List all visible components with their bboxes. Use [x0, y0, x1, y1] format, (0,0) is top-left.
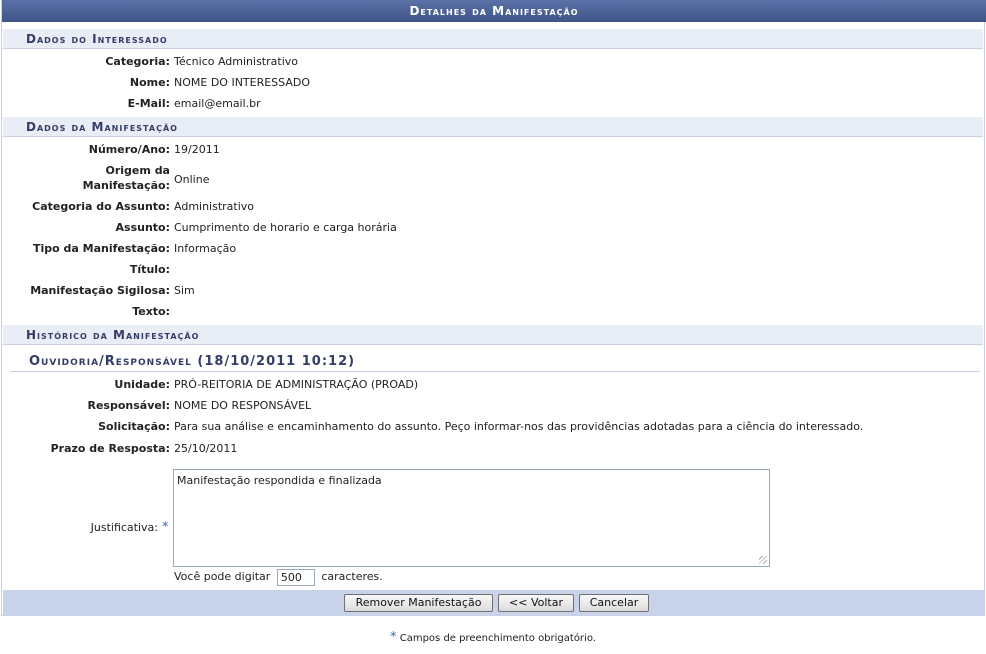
required-star-icon: * [390, 630, 397, 645]
field-label: Manifestação Sigilosa: [30, 284, 170, 297]
resize-grip-icon[interactable] [759, 556, 767, 564]
field-row-titulo: Título: [2, 261, 986, 279]
field-label: Tipo da Manifestação: [32, 242, 170, 255]
field-label: Assunto: [115, 221, 170, 234]
field-label: Número/Ano: [88, 143, 170, 156]
justificativa-label: Justificativa: [90, 521, 158, 534]
char-counter-row: Você pode digitar 500 caracteres. [174, 568, 383, 586]
justificativa-text: Manifestação respondida e finalizada [177, 474, 382, 487]
field-row-nome: Nome: NOME DO INTERESSADO [2, 74, 986, 92]
field-label: Origem da Manifestação: [83, 163, 170, 193]
field-label-line2: Manifestação: [82, 179, 170, 192]
section-header-historico: Histórico da Manifestação [3, 325, 983, 345]
field-value: NOME DO INTERESSADO [174, 76, 311, 89]
field-label: E-Mail: [127, 97, 170, 110]
field-row-tipo: Tipo da Manifestação: Informação [2, 240, 986, 258]
field-label: Solicitação: [98, 420, 170, 433]
section-header-manifestacao: Dados da Manifestação [3, 117, 983, 137]
field-row-texto: Texto: [2, 303, 986, 321]
field-label: Prazo de Resposta: [50, 442, 170, 455]
field-value: PRÓ-REITORIA DE ADMINISTRAÇÃO (PROAD) [174, 378, 419, 391]
field-row-unidade: Unidade: PRÓ-REITORIA DE ADMINISTRAÇÃO (… [2, 376, 986, 394]
field-value: Cumprimento de horario e carga horária [174, 221, 397, 234]
field-value: Para sua análise e encaminhamento do ass… [174, 420, 864, 433]
field-row-sigilosa: Manifestação Sigilosa: Sim [2, 282, 986, 300]
field-value: Técnico Administrativo [174, 55, 298, 68]
required-star-icon: * [162, 520, 169, 535]
field-label-line1: Origem da [105, 164, 170, 177]
field-label: Categoria: [105, 55, 170, 68]
field-row-responsavel: Responsável: NOME DO RESPONSÁVEL [2, 397, 986, 415]
justificativa-textarea[interactable]: Manifestação respondida e finalizada [173, 469, 770, 567]
field-row-categoria: Categoria: Técnico Administrativo [2, 53, 986, 71]
field-value: Sim [174, 284, 195, 297]
required-footnote-text: Campos de preenchimento obrigatório. [399, 633, 596, 644]
details-panel: Detalhes da Manifestação Dados do Intere… [1, 0, 986, 616]
action-bar: Remover Manifestação << Voltar Cancelar [3, 590, 985, 616]
back-button[interactable]: << Voltar [498, 594, 574, 612]
field-value: email@email.br [174, 97, 261, 110]
field-value: Informação [174, 242, 237, 255]
required-footnote: * Campos de preenchimento obrigatório. [0, 630, 986, 645]
char-counter-prefix: Você pode digitar [174, 570, 271, 583]
historico-subtitle: Ouvidoria/Responsável (18/10/2011 10:12) [10, 352, 980, 372]
field-value: NOME DO RESPONSÁVEL [174, 399, 312, 412]
field-row-origem: Origem da Manifestação: Online [2, 163, 986, 195]
remove-manifestation-button[interactable]: Remover Manifestação [344, 594, 493, 612]
field-row-numero: Número/Ano: 19/2011 [2, 141, 986, 159]
field-label: Categoria do Assunto: [32, 200, 170, 213]
cancel-button[interactable]: Cancelar [579, 594, 649, 612]
field-row-email: E-Mail: email@email.br [2, 95, 986, 113]
char-counter-field: 500 [276, 568, 315, 586]
field-label: Nome: [129, 76, 170, 89]
field-label: Texto: [132, 305, 170, 318]
field-value: 19/2011 [174, 143, 220, 156]
field-value: Administrativo [174, 200, 255, 213]
panel-title: Detalhes da Manifestação [2, 0, 986, 22]
field-row-categoria-assunto: Categoria do Assunto: Administrativo [2, 198, 986, 216]
field-label: Responsável: [87, 399, 170, 412]
field-row-solicitacao: Solicitação: Para sua análise e encaminh… [2, 418, 986, 436]
field-label: Título: [129, 263, 170, 276]
field-value: Online [174, 173, 210, 186]
field-label: Unidade: [114, 378, 170, 391]
field-value: 25/10/2011 [174, 442, 238, 455]
char-counter-suffix: caracteres. [321, 570, 383, 583]
field-row-prazo: Prazo de Resposta: 25/10/2011 [2, 440, 986, 458]
section-header-interessado: Dados do Interessado [3, 29, 983, 49]
field-row-assunto: Assunto: Cumprimento de horario e carga … [2, 219, 986, 237]
